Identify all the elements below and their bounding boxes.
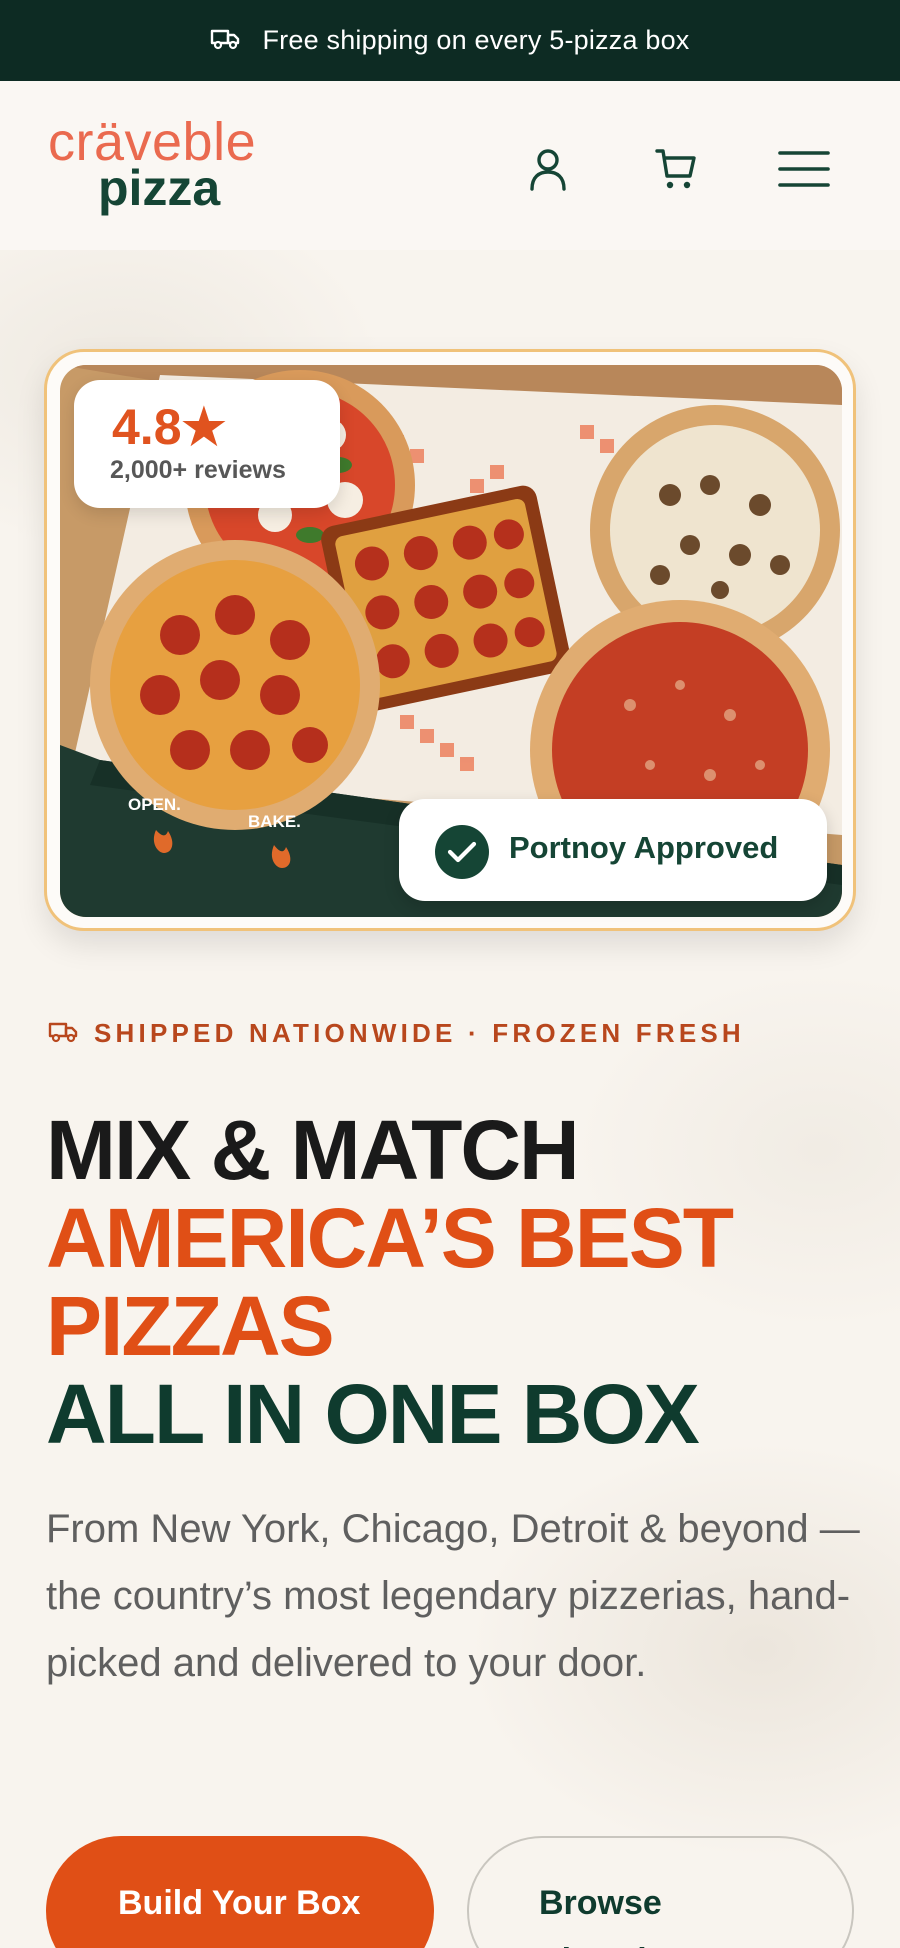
check-circle-icon [435, 825, 489, 879]
browse-pizzerias-button[interactable]: Browse Pizzerias [467, 1836, 854, 1948]
brand-logo[interactable]: cräveble pizza [48, 111, 278, 221]
promo-banner: Free shipping on every 5-pizza box [0, 0, 900, 81]
headline-line-1: MIX & MATCH [46, 1103, 580, 1197]
hero-description: From New York, Chicago, Detroit & beyond… [46, 1507, 860, 1685]
truck-icon [48, 1021, 78, 1047]
headline-line-4: ALL IN ONE BOX [46, 1367, 700, 1461]
truck-icon [210, 28, 240, 54]
approved-label: Portnoy Approved [509, 830, 779, 865]
rating-reviews-count: 2,000+ reviews [110, 456, 286, 484]
shipping-kicker: SHIPPED NATIONWIDE · FROZEN FRESH [48, 1018, 745, 1049]
build-your-box-button[interactable]: Build Your Box [46, 1836, 434, 1948]
rating-badge: 4.8★ 2,000+ reviews [74, 380, 340, 508]
build-your-box-label: Build Your Box [118, 1884, 361, 1922]
headline-line-2: AMERICA’S BEST [46, 1191, 734, 1285]
box-word-bake: BAKE. [248, 812, 301, 831]
account-icon[interactable] [520, 141, 576, 197]
promo-text: Free shipping on every 5-pizza box [262, 25, 690, 55]
browse-pizzerias-label: Browse Pizzerias [539, 1884, 685, 1948]
rating-value: 4.8★ [112, 399, 227, 455]
kicker-text: SHIPPED NATIONWIDE · FROZEN FRESH [94, 1018, 745, 1048]
logo-wordmark-bottom: pizza [98, 160, 221, 216]
headline-line-3: PIZZAS [46, 1279, 335, 1373]
portnoy-approved-badge: Portnoy Approved [399, 799, 827, 901]
box-word-open: OPEN. [128, 795, 181, 814]
site-header: cräveble pizza [0, 81, 900, 250]
cart-icon[interactable] [648, 141, 704, 197]
menu-icon[interactable] [776, 141, 832, 197]
